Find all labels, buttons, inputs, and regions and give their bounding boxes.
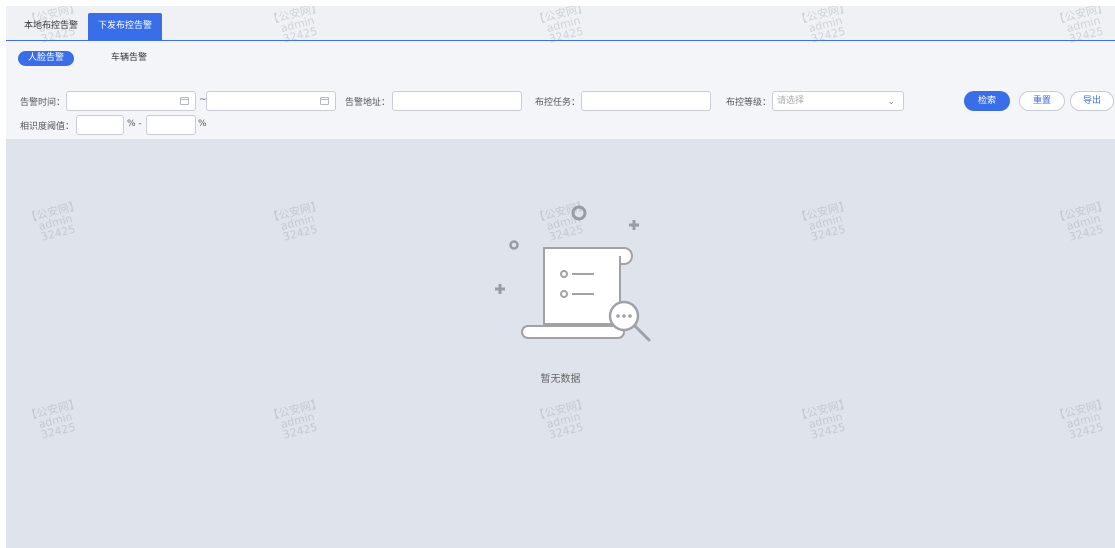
- watermark: 【公安网】 admin 32425: [266, 198, 324, 244]
- subtab-vehicle-alarm[interactable]: 车辆告警: [101, 51, 157, 66]
- app-window: 本地布控告警 下发布控告警 人脸告警 车辆告警 告警时间： ~ 告警地址： 布控…: [6, 6, 1115, 548]
- search-button[interactable]: 检索: [964, 91, 1010, 111]
- reset-button[interactable]: 重置: [1019, 91, 1065, 111]
- percent-label: %: [198, 119, 207, 129]
- percent-dash-label: % -: [127, 119, 142, 129]
- watermark: 【公安网】 admin 32425: [532, 396, 590, 442]
- calendar-icon: [180, 97, 189, 105]
- similarity-min-input[interactable]: [76, 115, 124, 135]
- control-level-placeholder: 请选择: [777, 96, 805, 106]
- watermark: 【公安网】 admin 32425: [794, 396, 852, 442]
- control-level-label: 布控等级：: [726, 98, 772, 108]
- watermark: 【公安网】 admin 32425: [24, 396, 82, 442]
- alarm-time-label: 告警时间：: [20, 98, 66, 108]
- control-task-label: 布控任务：: [535, 98, 581, 108]
- control-level-select[interactable]: 请选择 ⌄: [772, 91, 904, 111]
- filter-panel: 人脸告警 车辆告警 告警时间： ~ 告警地址： 布控任务： 布控等级： 请选择 …: [6, 41, 1115, 139]
- similarity-threshold-label: 相识度阈值：: [20, 122, 75, 132]
- chevron-down-icon: ⌄: [887, 97, 895, 107]
- alarm-time-end-input[interactable]: [206, 91, 336, 111]
- watermark: 【公安网】 admin 32425: [1052, 396, 1110, 442]
- watermark: 【公安网】 admin 32425: [24, 198, 82, 244]
- watermark: 【公安网】 admin 32425: [794, 198, 852, 244]
- top-tab-bar: 本地布控告警 下发布控告警: [6, 6, 1115, 41]
- alarm-address-label: 告警地址：: [345, 98, 391, 108]
- calendar-icon: [320, 97, 329, 105]
- empty-state-text: 暂无数据: [540, 374, 581, 385]
- no-data-illustration-icon: [495, 205, 651, 342]
- control-task-input[interactable]: [581, 91, 711, 111]
- subtab-face-alarm[interactable]: 人脸告警: [18, 51, 75, 66]
- alarm-address-input[interactable]: [392, 91, 522, 111]
- tab-local-control-alarm[interactable]: 本地布控告警: [14, 13, 88, 41]
- export-button[interactable]: 导出: [1070, 91, 1114, 111]
- tab-issued-control-alarm[interactable]: 下发布控告警: [88, 13, 163, 41]
- watermark: 【公安网】 admin 32425: [266, 396, 324, 442]
- similarity-max-input[interactable]: [146, 115, 196, 135]
- alarm-time-start-input[interactable]: [66, 91, 196, 111]
- watermark: 【公安网】 admin 32425: [1052, 198, 1110, 244]
